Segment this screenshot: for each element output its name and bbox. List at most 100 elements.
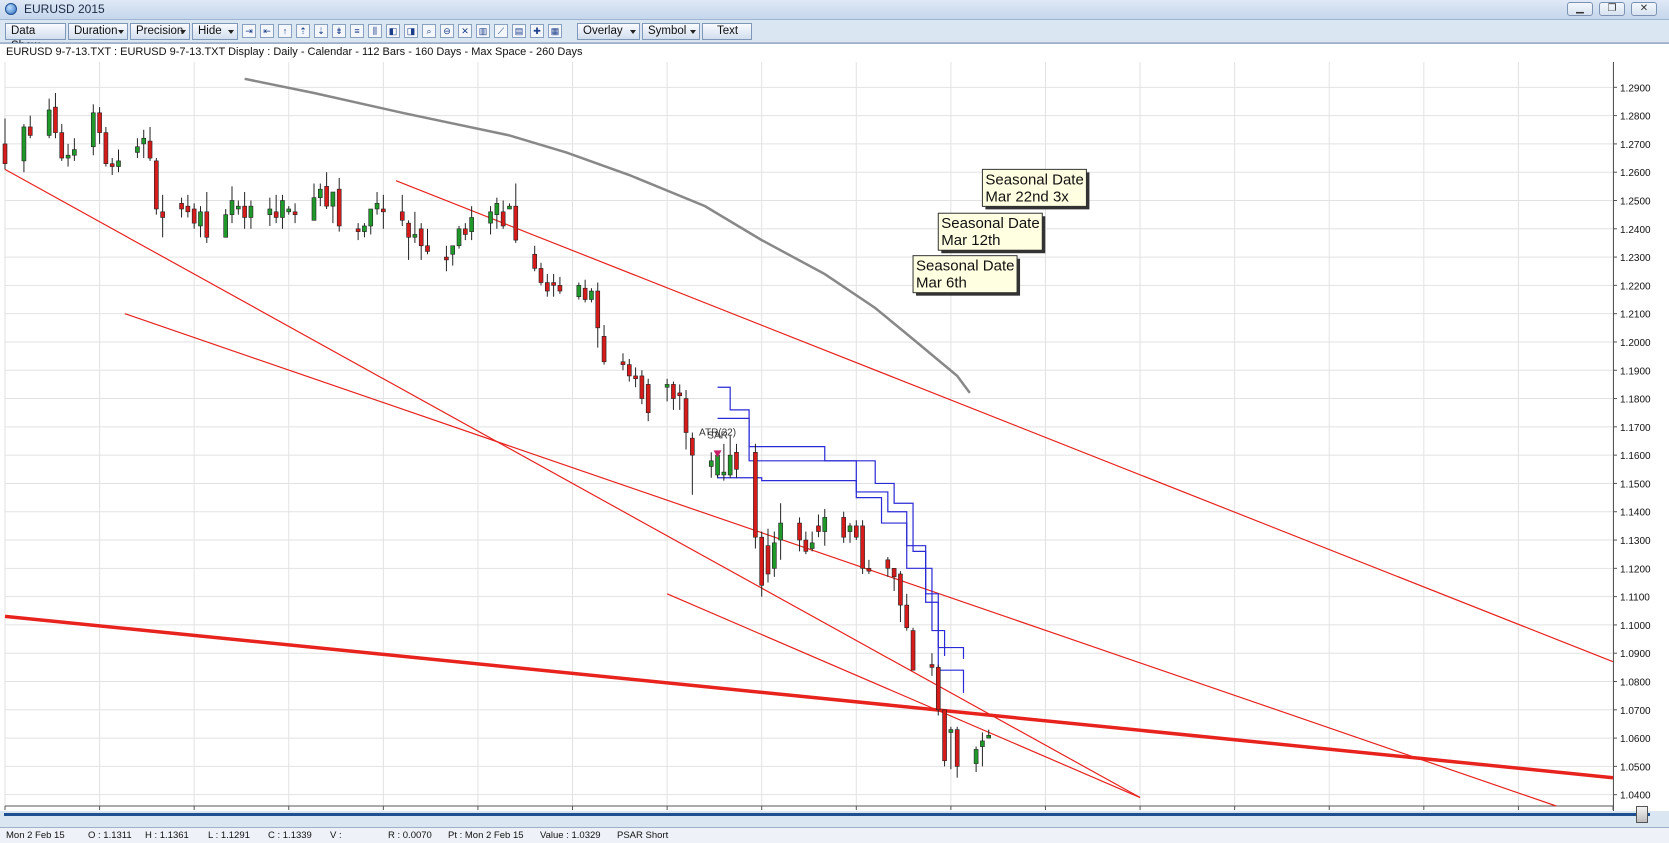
candle-body-up (412, 234, 418, 238)
chevron-down-icon (180, 30, 186, 34)
zoom-out-icon[interactable]: ⊖ (440, 24, 454, 38)
candle-body-down (671, 384, 676, 399)
zoom-in-icon[interactable]: ⌕ (422, 24, 436, 38)
candle-body-up (286, 208, 292, 213)
candle-body-up (135, 146, 140, 153)
chevron-down-icon (630, 30, 636, 34)
candle-body-up (721, 471, 727, 476)
overlay-label: Overlay (583, 25, 623, 37)
candle-body-down (898, 573, 903, 606)
precision-dropdown[interactable]: Precision (130, 23, 190, 40)
candle-body-down (425, 245, 430, 252)
restore-icon[interactable]: ❐ (1599, 2, 1625, 16)
y-tick-label: 1.1600 (1620, 451, 1651, 462)
hide-dropdown[interactable]: Hide (192, 23, 238, 40)
candle (97, 107, 102, 144)
candle-body-up (469, 217, 474, 232)
y-axis-ticks: 1.2900 1.2800 1.2700 1.2600 1.2500 1.2400 1.23… (1613, 83, 1651, 802)
candle-body-down (765, 545, 771, 575)
candle (500, 200, 506, 229)
candle (456, 225, 462, 249)
scrollbar-rail[interactable] (4, 813, 1650, 816)
candle-body-up (980, 740, 985, 747)
scrollbar-thumb[interactable] (1636, 806, 1648, 823)
candle (27, 115, 33, 139)
candle (374, 192, 380, 215)
candle-body-up (21, 126, 27, 162)
sar-stop-line (716, 466, 946, 657)
candle-body-down (683, 398, 689, 433)
candle (2, 118, 8, 170)
candle-body-up (330, 191, 336, 207)
move-down-icon[interactable]: ⇣ (314, 24, 328, 38)
candle-body-down (154, 160, 159, 210)
list-icon[interactable]: ≡ (350, 24, 364, 38)
candle-body-down (513, 205, 519, 241)
y-tick-label: 1.2200 (1620, 281, 1651, 292)
candle-body-up (494, 203, 500, 215)
candle (929, 653, 935, 676)
candle-body-up (311, 197, 317, 221)
candle-body-down (324, 186, 329, 207)
y-tick-label: 1.2600 (1620, 168, 1651, 179)
shift-left-icon[interactable]: ⇤ (260, 24, 274, 38)
candle (103, 126, 109, 167)
candle-body-down (59, 132, 65, 159)
chart-area[interactable]: EURUSD 9-7-13.TXT : EURUSD 9-7-13.TXT Di… (0, 43, 1669, 812)
candle (65, 143, 71, 167)
candle-body-up (507, 205, 512, 210)
price-chart[interactable]: EURUSD 9-7-13.TXT : EURUSD 9-7-13.TXT Di… (0, 44, 1669, 812)
symbol-dropdown[interactable]: Symbol (642, 23, 700, 40)
candle-body-down (191, 208, 197, 224)
panel-right-icon[interactable]: ◨ (404, 24, 418, 38)
note-subtitle: Mar 22nd 3x (985, 188, 1069, 205)
candle-body-down (399, 211, 405, 221)
y-axis-line (1613, 62, 1614, 812)
candle (273, 194, 279, 224)
bars-icon[interactable]: ▥ (476, 24, 490, 38)
candle-body-down (179, 203, 184, 210)
candle (229, 186, 235, 224)
panel-left-icon[interactable]: ◧ (386, 24, 400, 38)
shift-right-icon[interactable]: ⇥ (242, 24, 256, 38)
duration-dropdown[interactable]: Duration (68, 23, 128, 40)
candle-body-down (866, 568, 872, 572)
close-icon[interactable]: ✕ (1631, 2, 1657, 16)
grid-icon[interactable]: ▦ (548, 24, 562, 38)
candle-body-up (847, 525, 853, 532)
candle (626, 358, 632, 382)
candle (690, 432, 695, 495)
columns-icon[interactable]: ⫼ (368, 24, 382, 38)
seasonal-note: Seasonal DateMar 12th (937, 212, 1046, 254)
candle (954, 726, 960, 778)
candle (727, 435, 733, 478)
candle-body-up (46, 109, 52, 136)
y-tick-label: 1.2500 (1620, 196, 1651, 207)
trendline-icon[interactable]: ⟋ (494, 24, 508, 38)
candle-body-down (418, 228, 424, 247)
candle-body-up (248, 205, 254, 218)
y-tick-label: 1.1900 (1620, 366, 1651, 377)
candle (589, 288, 594, 303)
text-button[interactable]: Text (702, 23, 752, 40)
overlay-dropdown[interactable]: Overlay (577, 23, 640, 40)
status-low: L : 1.1291 (208, 830, 250, 841)
minimize-icon[interactable]: ▁ (1567, 2, 1593, 16)
scale-up-icon[interactable]: ↑ (278, 24, 292, 38)
data-show-button[interactable]: Data Show (5, 23, 66, 52)
move-up-icon[interactable]: ⇡ (296, 24, 310, 38)
candle-body-down (545, 282, 550, 292)
clear-icon[interactable]: ✕ (458, 24, 472, 38)
candle (236, 200, 241, 215)
candle (683, 390, 689, 450)
add-icon[interactable]: ✚ (530, 24, 544, 38)
candle-body-up (236, 205, 241, 210)
candle (980, 732, 985, 767)
candle-body-down (292, 211, 298, 215)
page-down-icon[interactable]: ⇟ (332, 24, 346, 38)
table-icon[interactable]: ▤ (512, 24, 526, 38)
candle-body-up (715, 454, 720, 476)
candle-body-up (772, 542, 777, 569)
status-point: Pt : Mon 2 Feb 15 (448, 830, 524, 841)
y-tick-label: 1.2100 (1620, 310, 1651, 321)
